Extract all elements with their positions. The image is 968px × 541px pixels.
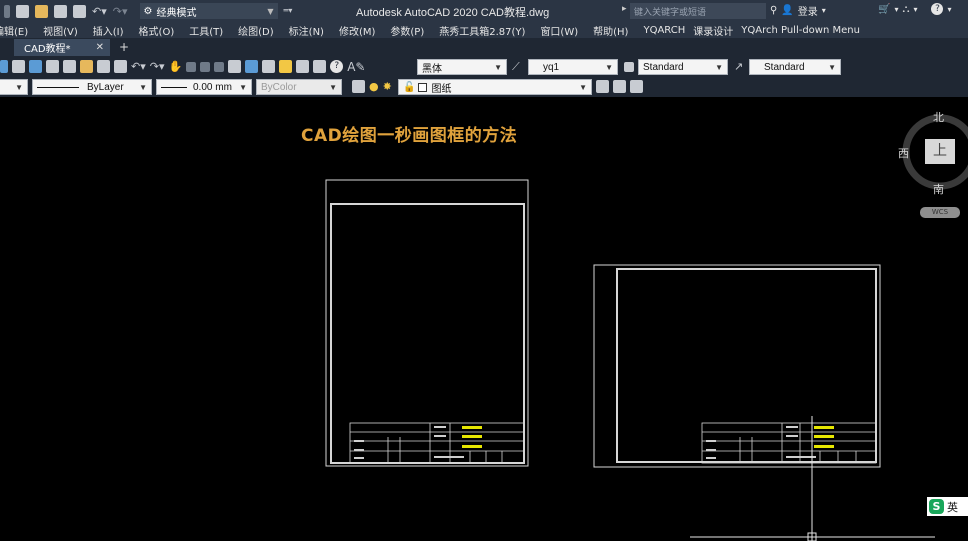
ime-indicator[interactable]: S 英 — [927, 497, 968, 516]
wcs-label: WCS — [931, 208, 949, 216]
sogou-logo-icon: S — [929, 499, 944, 514]
landscape-drawing-frame — [593, 264, 881, 468]
drawing-geometry — [325, 114, 968, 541]
landscape-title-block-labels — [814, 426, 834, 448]
viewcube-top-face[interactable]: 上 — [925, 139, 955, 164]
ime-language-label: 英 — [947, 500, 958, 514]
portrait-title-block-labels — [462, 426, 482, 448]
compass-south-label[interactable]: 南 — [933, 181, 944, 197]
crosshair-cursor — [690, 416, 935, 541]
portrait-drawing-frame — [325, 179, 529, 467]
wcs-menu[interactable]: WCS — [920, 207, 960, 218]
compass-west-label[interactable]: 西 — [898, 145, 909, 161]
compass-north-label[interactable]: 北 — [933, 109, 944, 125]
